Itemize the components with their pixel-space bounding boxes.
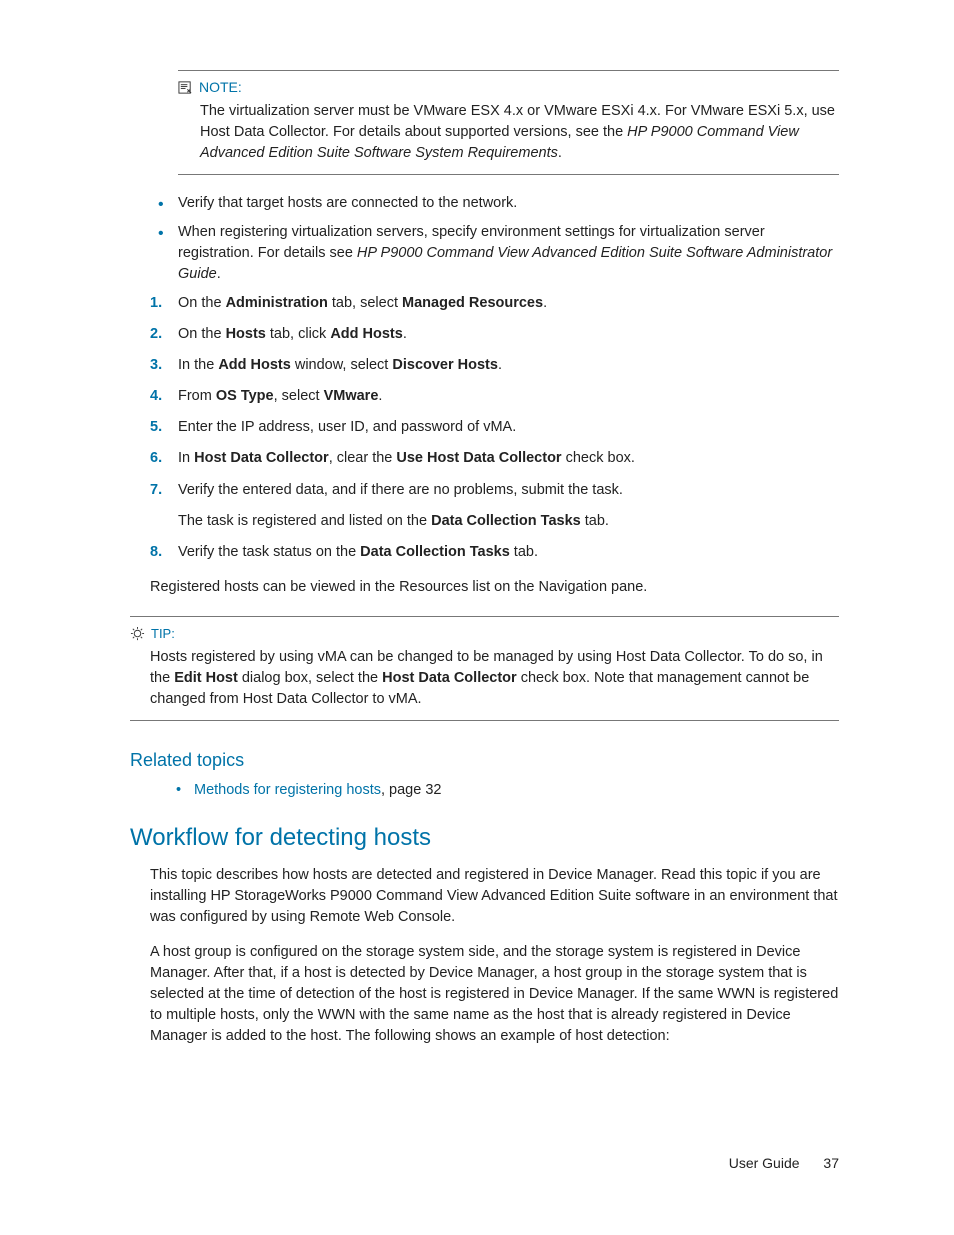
related-item: Methods for registering hosts, page 32 xyxy=(170,780,839,801)
related-topics-heading: Related topics xyxy=(130,747,839,773)
step-item: Verify the task status on the Data Colle… xyxy=(150,542,839,563)
note-icon xyxy=(178,80,193,95)
note-body: The virtualization server must be VMware… xyxy=(200,101,839,164)
note-header: NOTE: xyxy=(178,77,839,97)
step-item: In the Add Hosts window, select Discover… xyxy=(150,355,839,376)
note-text-post: . xyxy=(558,145,562,161)
section-paragraph: This topic describes how hosts are detec… xyxy=(150,865,839,928)
related-topics-list: Methods for registering hosts, page 32 xyxy=(170,780,839,801)
tip-body: Hosts registered by using vMA can be cha… xyxy=(150,647,839,710)
related-suffix: , page 32 xyxy=(381,782,441,798)
bullet-text: Verify that target hosts are connected t… xyxy=(178,195,517,211)
footer-text: User Guide xyxy=(729,1155,800,1171)
step-item: On the Administration tab, select Manage… xyxy=(150,293,839,314)
footer-page-number: 37 xyxy=(823,1155,839,1171)
step-item: On the Hosts tab, click Add Hosts. xyxy=(150,324,839,345)
note-box: NOTE: The virtualization server must be … xyxy=(178,70,839,175)
prereq-bullets: Verify that target hosts are connected t… xyxy=(150,193,839,285)
note-label: NOTE: xyxy=(199,77,242,97)
step-item: Enter the IP address, user ID, and passw… xyxy=(150,417,839,438)
tip-box: TIP: Hosts registered by using vMA can b… xyxy=(130,616,839,722)
after-steps-text: Registered hosts can be viewed in the Re… xyxy=(150,577,839,598)
step-item: Verify the entered data, and if there ar… xyxy=(150,480,839,532)
page-container: NOTE: The virtualization server must be … xyxy=(0,0,954,1235)
steps-list: On the Administration tab, select Manage… xyxy=(150,293,839,562)
section-paragraph: A host group is configured on the storag… xyxy=(150,942,839,1047)
step-subtext: The task is registered and listed on the… xyxy=(178,511,839,532)
related-link[interactable]: Methods for registering hosts xyxy=(194,782,381,798)
section-heading: Workflow for detecting hosts xyxy=(130,821,839,856)
tip-icon xyxy=(130,626,145,641)
tip-header: TIP: xyxy=(130,625,839,644)
bullet-text-post: . xyxy=(217,266,221,282)
page-footer: User Guide 37 xyxy=(729,1153,839,1173)
step-item: From OS Type, select VMware. xyxy=(150,386,839,407)
tip-label: TIP: xyxy=(151,625,175,644)
bullet-item: Verify that target hosts are connected t… xyxy=(150,193,839,214)
bullet-item: When registering virtualization servers,… xyxy=(150,222,839,285)
step-item: In Host Data Collector, clear the Use Ho… xyxy=(150,448,839,469)
